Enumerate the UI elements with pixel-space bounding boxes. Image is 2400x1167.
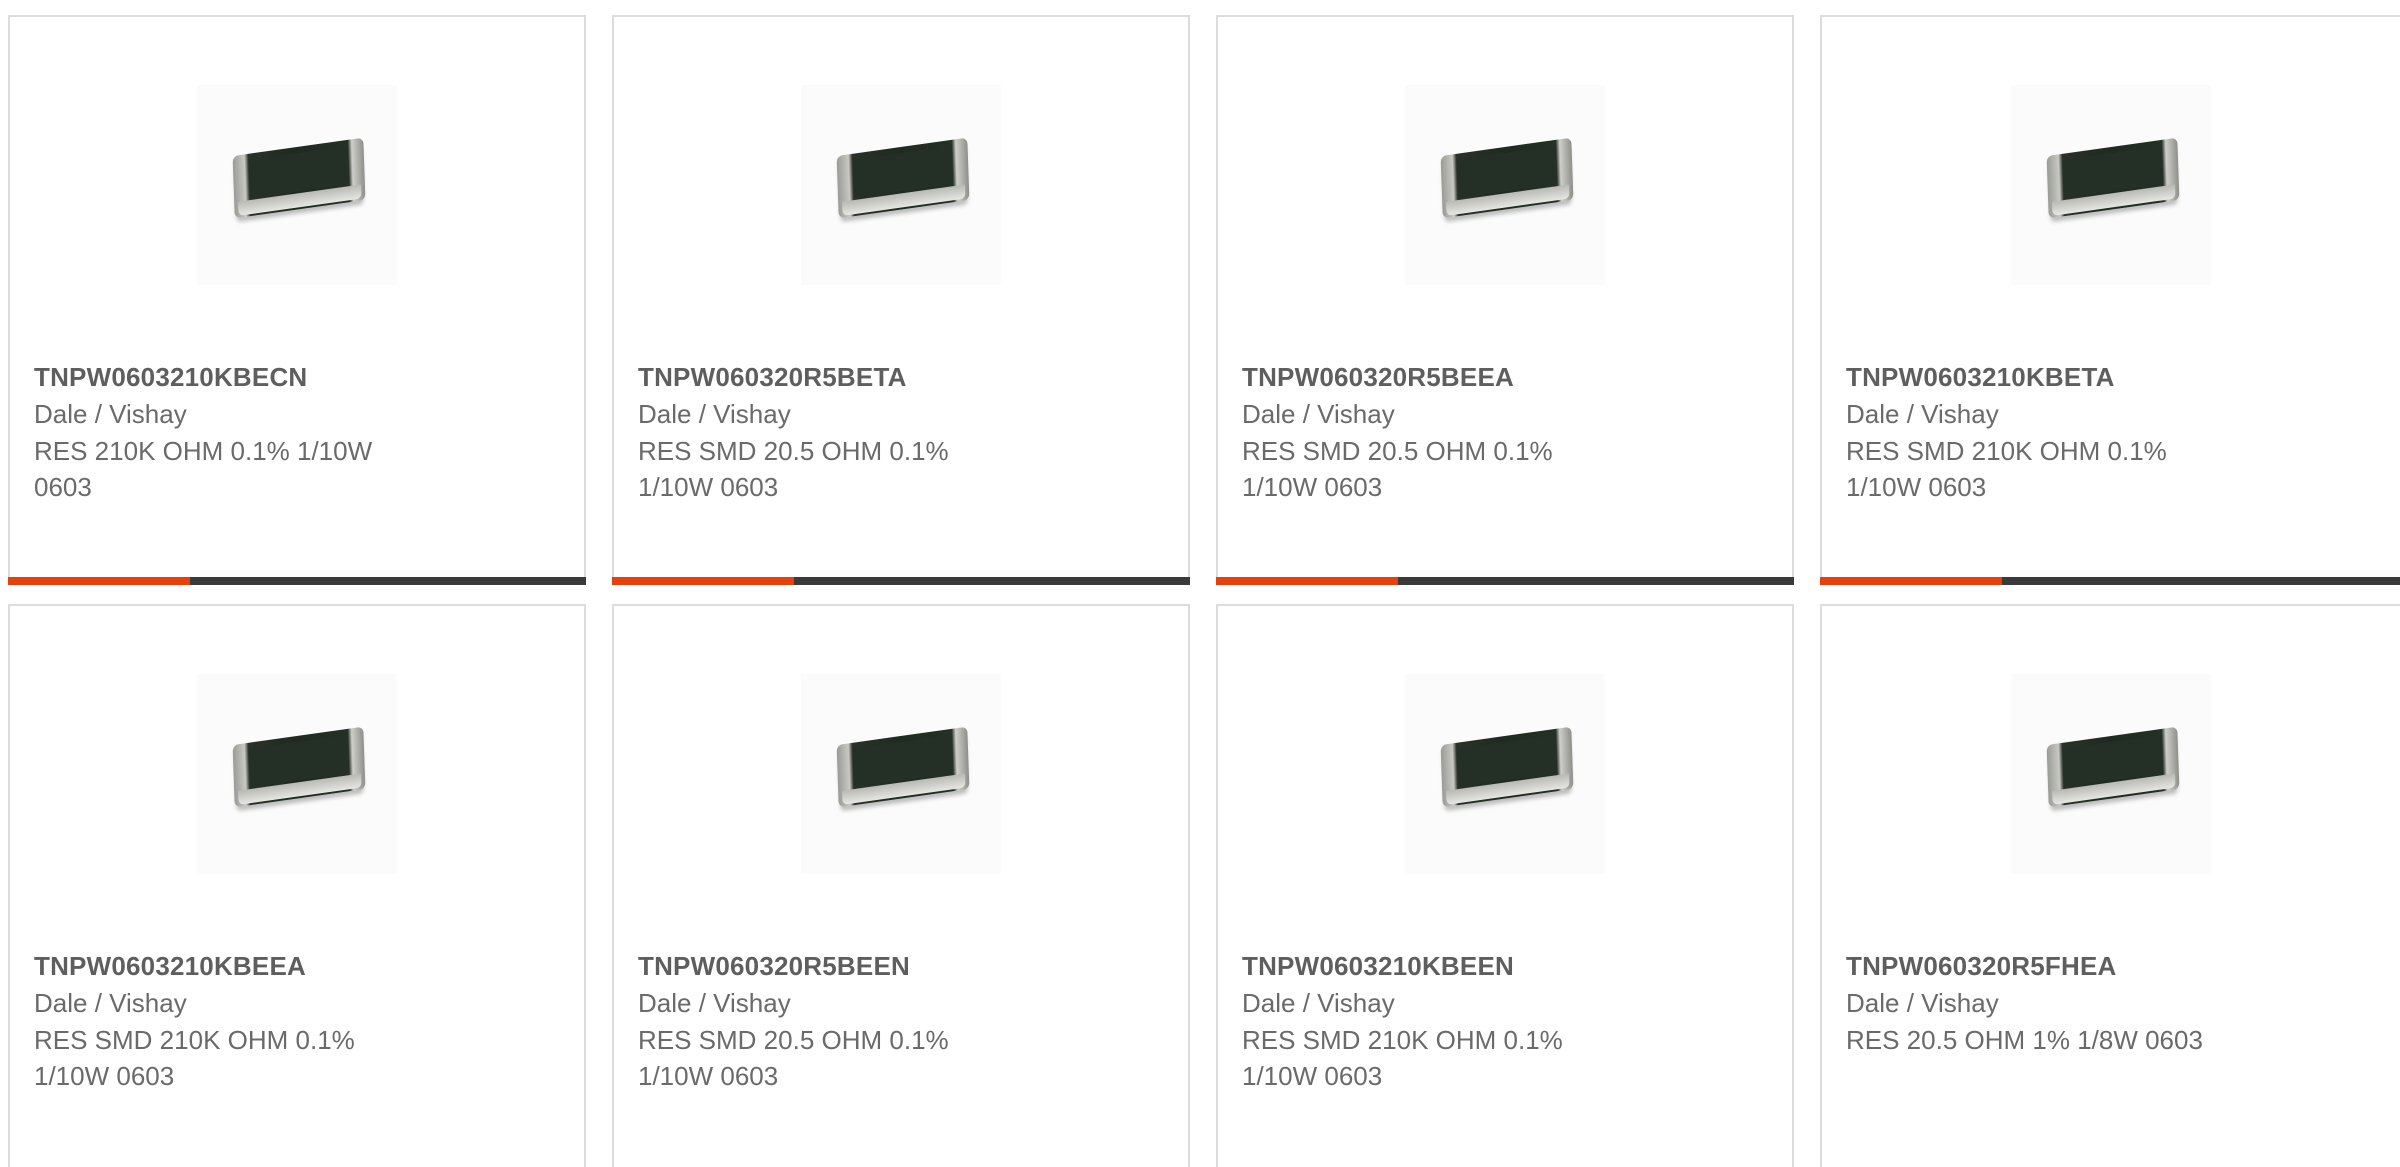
product-info: TNPW0603210KBEEA Dale / Vishay RES SMD 2… [34, 948, 544, 1094]
part-number-link[interactable]: TNPW0603210KBEEA [34, 948, 544, 984]
card-accent-highlight [1216, 577, 1398, 585]
card-accent-bar [1820, 577, 2400, 585]
card-accent-bar [1216, 577, 1794, 585]
product-info: TNPW0603210KBETA Dale / Vishay RES SMD 2… [1846, 359, 2360, 505]
product-card[interactable]: TNPW060320R5FHEA Dale / Vishay RES 20.5 … [1820, 604, 2400, 1167]
card-accent-bar [8, 577, 586, 585]
product-image[interactable] [801, 85, 1001, 285]
product-description: RES SMD 210K OHM 0.1% 1/10W 0603 [1846, 436, 2167, 502]
product-info: TNPW060320R5FHEA Dale / Vishay RES 20.5 … [1846, 948, 2360, 1058]
manufacturer-name: Dale / Vishay [1242, 399, 1395, 429]
product-image[interactable] [197, 674, 397, 874]
product-description: RES SMD 20.5 OHM 0.1% 1/10W 0603 [1242, 436, 1553, 502]
product-grid: TNPW0603210KBECN Dale / Vishay RES 210K … [0, 0, 2400, 1167]
smd-resistor-chip-icon [2046, 137, 2180, 219]
product-info: TNPW060320R5BEEN Dale / Vishay RES SMD 2… [638, 948, 1148, 1094]
product-description: RES SMD 20.5 OHM 0.1% 1/10W 0603 [638, 1025, 949, 1091]
product-image[interactable] [801, 674, 1001, 874]
smd-resistor-chip-icon [836, 137, 970, 219]
manufacturer-name: Dale / Vishay [34, 988, 187, 1018]
product-image[interactable] [197, 85, 397, 285]
product-card[interactable]: TNPW0603210KBETA Dale / Vishay RES SMD 2… [1820, 15, 2400, 585]
product-card[interactable]: TNPW060320R5BEEA Dale / Vishay RES SMD 2… [1216, 15, 1794, 585]
smd-resistor-chip-icon [232, 137, 366, 219]
card-accent-bar [612, 577, 1190, 585]
manufacturer-name: Dale / Vishay [1846, 399, 1999, 429]
product-info: TNPW060320R5BETA Dale / Vishay RES SMD 2… [638, 359, 1148, 505]
manufacturer-name: Dale / Vishay [34, 399, 187, 429]
smd-resistor-chip-icon [836, 726, 970, 808]
product-description: RES 210K OHM 0.1% 1/10W 0603 [34, 436, 373, 502]
smd-resistor-chip-icon [1440, 726, 1574, 808]
smd-resistor-chip-icon [232, 726, 366, 808]
product-card[interactable]: TNPW0603210KBEEN Dale / Vishay RES SMD 2… [1216, 604, 1794, 1167]
product-info: TNPW0603210KBECN Dale / Vishay RES 210K … [34, 359, 544, 505]
product-card[interactable]: TNPW0603210KBEEA Dale / Vishay RES SMD 2… [8, 604, 586, 1167]
product-info: TNPW0603210KBEEN Dale / Vishay RES SMD 2… [1242, 948, 1752, 1094]
card-accent-highlight [8, 577, 190, 585]
part-number-link[interactable]: TNPW060320R5BETA [638, 359, 1148, 395]
manufacturer-name: Dale / Vishay [1242, 988, 1395, 1018]
product-description: RES SMD 210K OHM 0.1% 1/10W 0603 [1242, 1025, 1563, 1091]
part-number-link[interactable]: TNPW060320R5BEEN [638, 948, 1148, 984]
part-number-link[interactable]: TNPW060320R5FHEA [1846, 948, 2360, 984]
part-number-link[interactable]: TNPW0603210KBEEN [1242, 948, 1752, 984]
smd-resistor-chip-icon [2046, 726, 2180, 808]
product-image[interactable] [1405, 85, 1605, 285]
product-image[interactable] [2011, 85, 2211, 285]
manufacturer-name: Dale / Vishay [1846, 988, 1999, 1018]
manufacturer-name: Dale / Vishay [638, 988, 791, 1018]
part-number-link[interactable]: TNPW0603210KBECN [34, 359, 544, 395]
product-image[interactable] [2011, 674, 2211, 874]
product-description: RES SMD 210K OHM 0.1% 1/10W 0603 [34, 1025, 355, 1091]
product-image[interactable] [1405, 674, 1605, 874]
part-number-link[interactable]: TNPW060320R5BEEA [1242, 359, 1752, 395]
product-info: TNPW060320R5BEEA Dale / Vishay RES SMD 2… [1242, 359, 1752, 505]
part-number-link[interactable]: TNPW0603210KBETA [1846, 359, 2360, 395]
smd-resistor-chip-icon [1440, 137, 1574, 219]
card-accent-highlight [612, 577, 794, 585]
product-card[interactable]: TNPW060320R5BEEN Dale / Vishay RES SMD 2… [612, 604, 1190, 1167]
product-card[interactable]: TNPW060320R5BETA Dale / Vishay RES SMD 2… [612, 15, 1190, 585]
product-description: RES SMD 20.5 OHM 0.1% 1/10W 0603 [638, 436, 949, 502]
product-description: RES 20.5 OHM 1% 1/8W 0603 [1846, 1025, 2203, 1055]
card-accent-highlight [1820, 577, 2002, 585]
manufacturer-name: Dale / Vishay [638, 399, 791, 429]
product-card[interactable]: TNPW0603210KBECN Dale / Vishay RES 210K … [8, 15, 586, 585]
